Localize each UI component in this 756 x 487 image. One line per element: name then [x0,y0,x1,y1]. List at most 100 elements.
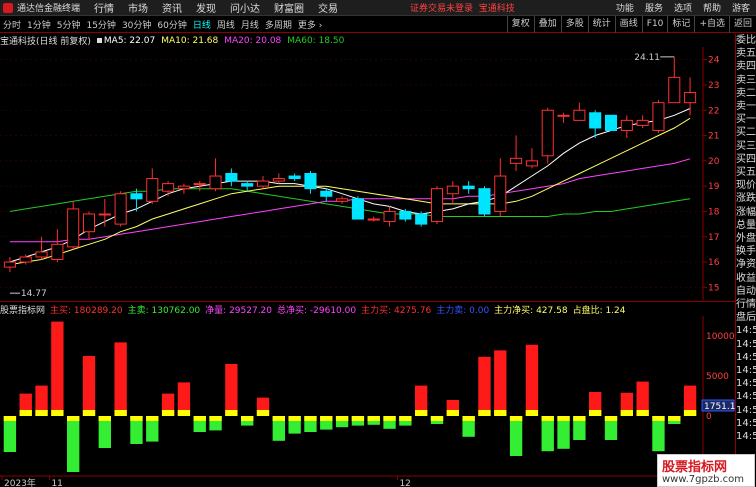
indicator-bar-cap [446,410,459,416]
price-tick-label: 20 [708,157,720,167]
add-watchlist-button[interactable]: +自选 [694,15,729,33]
panel-divider [0,301,735,302]
candle-body [288,175,301,180]
period-tab-timeshare[interactable]: 分时 [0,18,24,31]
watermark-logo: 股票指标网 www.7gpzb.com [657,454,755,487]
indicator-bar-negative [509,416,523,456]
candle-body [668,76,681,104]
period-tab-30min[interactable]: 30分钟 [119,18,154,31]
candle-body [494,175,507,212]
draw-line-button[interactable]: 画线 [614,15,642,33]
period-tab-daily[interactable]: 日线 [190,18,214,31]
side-panel-item[interactable]: 14:5 [736,338,756,351]
menu-item-wenxiaoda[interactable]: 问小达 [230,0,260,15]
back-button[interactable]: 返回 [728,15,756,33]
side-panel-item: 买五 [736,167,756,179]
f10-button[interactable]: F10 [641,15,668,33]
side-panel-item[interactable]: 14:5 [736,324,756,337]
side-panel-item: 收益 [736,272,756,284]
candle-body [114,193,127,225]
side-panel-item: 现价 [736,180,756,192]
statistics-button[interactable]: 统计 [587,15,615,33]
menu-help[interactable]: 帮助 [703,1,721,14]
ma5-line [9,108,691,263]
period-tab-more[interactable]: 更多 › [295,18,325,31]
side-panel-item: 换手 [736,246,756,258]
adjust-button[interactable]: 复权 [506,15,534,33]
menu-item-news[interactable]: 资讯 [162,0,182,15]
menu-item-market[interactable]: 市场 [128,0,148,15]
candle-body [193,183,206,186]
top-stock-name: 宝通科技 [478,4,515,14]
candle-body [304,173,317,190]
menu-function[interactable]: 功能 [616,1,634,14]
app-window: 通达信金融终端 行情 市场 资讯 发现 问小达 财富圈 交易 证券交易未登录 宝… [0,0,756,487]
side-panel-item[interactable]: 14:5 [736,404,756,417]
candle-body [35,251,48,258]
side-panel-item[interactable]: 14:5 [736,364,756,377]
indicator-bar-positive [478,356,491,416]
candle-body [557,114,570,117]
low-price-annotation: 14.77 [21,289,47,299]
login-notice[interactable]: 证券交易未登录 宝通科技 [410,1,515,14]
ma5-label: MA5: 22.07 [103,35,156,46]
side-panel-item[interactable]: 14:5 [736,390,756,403]
price-tick-label: 16 [708,258,720,268]
indicator-bar-cap [604,416,618,421]
candlestick-chart[interactable]: 24 23 22 21 20 19 18 17 16 15 24.11 14.77 [0,47,735,300]
main-buy-label: 主买: 180289.20 [50,306,123,316]
indicator-bar-cap [415,410,428,416]
side-panel-item[interactable]: 14:5 [736,377,756,390]
side-panel-item[interactable]: 14:5 [736,351,756,364]
candle-body [573,109,586,121]
period-tab-60min[interactable]: 60分钟 [154,18,189,31]
side-panel-item[interactable]: 盘后 [736,311,756,324]
menu-options[interactable]: 选项 [674,1,692,14]
menu-item-wealth[interactable]: 财富圈 [274,0,304,15]
overlay-button[interactable]: 叠加 [533,15,561,33]
indicator-bar-cap [683,410,697,416]
side-panel-item: 涨幅 [736,206,756,218]
menu-guest[interactable]: 游客 [732,1,750,14]
side-panel-item[interactable]: 14:5 [736,430,756,443]
indicator-bar-cap [146,416,159,421]
period-tab-1min[interactable]: 1分钟 [24,18,54,31]
period-tab-multi[interactable]: 多周期 [262,18,295,31]
candle-body [399,210,412,220]
menu-item-quotes[interactable]: 行情 [94,0,114,15]
mark-button[interactable]: 标记 [667,15,694,33]
indicator-bar-cap [256,410,270,416]
indicator-tick-label: 5000 [706,372,729,382]
period-tab-weekly[interactable]: 周线 [214,18,238,31]
period-tab-monthly[interactable]: 月线 [238,18,262,31]
side-panel-item: 卖五 [736,48,756,60]
candle-body [320,190,333,197]
main-force-net-label: 主力净买: 427.58 [494,306,568,316]
menu-service[interactable]: 服务 [645,1,663,14]
side-panel-item[interactable]: 行情 [736,298,756,311]
chevron-right-icon: › [315,20,323,31]
menu-item-trade[interactable]: 交易 [318,0,338,15]
multi-stock-button[interactable]: 多股 [560,15,588,33]
side-panel-item[interactable]: 14:5 [736,417,756,430]
menu-item-discover[interactable]: 发现 [196,0,216,15]
candle-body [589,112,602,129]
candle-body [98,213,111,216]
indicator-name[interactable]: 股票指标网 [0,303,45,316]
candle-body [462,185,475,190]
side-panel-item[interactable]: 自动 [736,285,756,298]
indicator-tick-label: 10000 [706,332,735,342]
indicator-bar-cap [241,416,254,421]
indicator-bar-cap [652,416,665,421]
side-panel-item: 买二 [736,127,756,139]
price-tick-label: 22 [708,106,719,116]
candle-body [383,210,396,223]
date-tick-label: 12 [399,479,410,487]
indicator-bar-cap [35,410,48,416]
menu-right-group: 功能 服务 选项 帮助 游客 [616,1,750,14]
side-panel-item: 外盘 [736,233,756,245]
indicator-bar-chart[interactable]: 10000 5000 01751.17 2023年 11 12 [0,316,735,487]
period-tab-5min[interactable]: 5分钟 [54,18,84,31]
period-tab-15min[interactable]: 15分钟 [83,18,118,31]
candle-body [430,188,444,223]
